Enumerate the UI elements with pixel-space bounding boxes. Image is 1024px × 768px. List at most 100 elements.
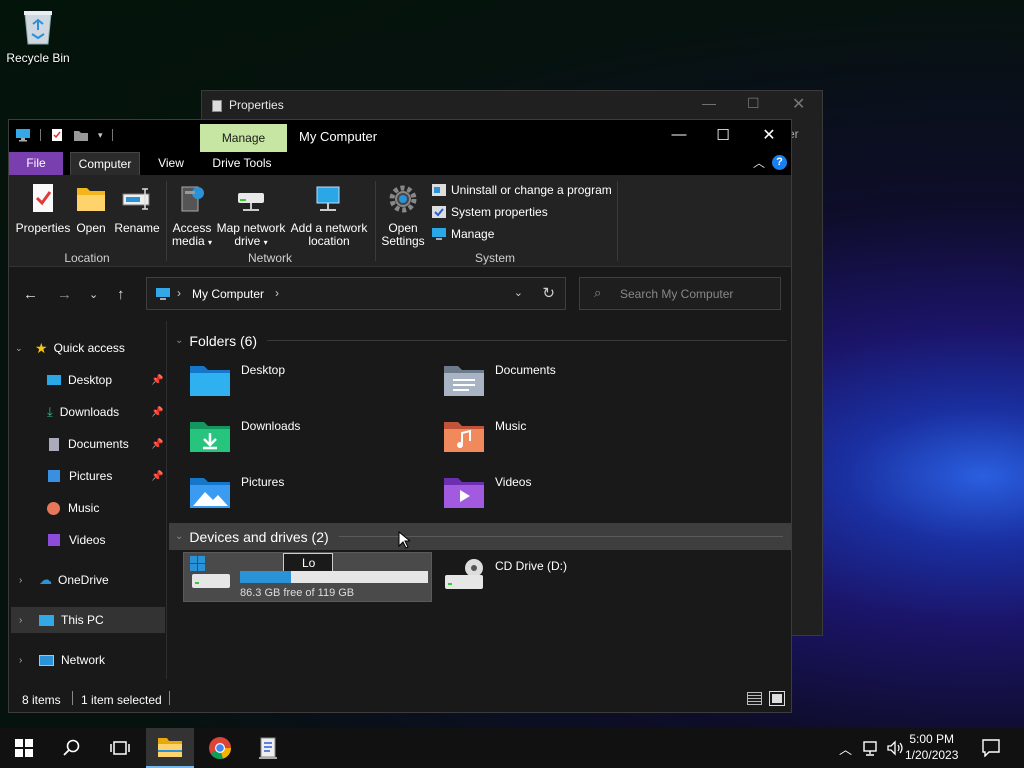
nav-network[interactable]: › Network <box>19 647 105 673</box>
properties-button[interactable]: Properties <box>15 183 71 235</box>
uninstall-program-button[interactable]: Uninstall or change a program <box>431 183 612 197</box>
tab-drive-tools[interactable]: Drive Tools <box>205 152 279 175</box>
music-folder-icon <box>444 422 484 452</box>
nav-pictures[interactable]: Pictures 📌 <box>47 463 165 489</box>
tab-view[interactable]: View <box>149 152 193 175</box>
folder-desktop[interactable]: Desktop <box>189 363 285 397</box>
task-view-button[interactable] <box>96 728 144 768</box>
folder-pictures[interactable]: Pictures <box>189 475 284 509</box>
desktop-folder-icon <box>190 366 230 396</box>
address-bar[interactable]: › My Computer › ⌄ ↻ <box>146 277 566 310</box>
manage-context-tab[interactable]: Manage <box>200 124 287 152</box>
nav-videos[interactable]: Videos <box>47 527 105 553</box>
ribbon-separator-3 <box>617 181 618 261</box>
taskbar-app-properties[interactable] <box>244 728 292 768</box>
breadcrumb-chevron-icon[interactable]: › <box>177 286 181 300</box>
properties-small-icon[interactable] <box>50 128 64 142</box>
pin-icon[interactable]: 📌 <box>151 375 163 386</box>
help-icon[interactable]: ? <box>772 155 787 170</box>
back-arrow-icon[interactable]: ← <box>23 286 38 303</box>
pictures-folder-icon <box>190 478 230 508</box>
folder-music[interactable]: Music <box>443 419 526 453</box>
nav-documents-label: Documents <box>68 437 129 451</box>
large-icons-view-icon[interactable] <box>769 691 785 706</box>
rename-button[interactable]: Rename <box>113 183 161 235</box>
taskbar-clock[interactable]: 5:00 PM 1/20/2023 <box>905 731 958 763</box>
recycle-bin-desktop-icon[interactable]: Recycle Bin <box>4 6 72 65</box>
drive-cd[interactable]: CD Drive (D:) <box>443 559 567 593</box>
qat-dropdown-icon[interactable]: ▾ <box>98 130 103 141</box>
nav-onedrive[interactable]: › ☁ OneDrive <box>19 567 109 593</box>
taskbar-chrome[interactable] <box>196 728 244 768</box>
address-dropdown-icon[interactable]: ⌄ <box>514 286 523 299</box>
add-network-location-button[interactable]: Add a network location <box>289 183 369 248</box>
props-minimize-button[interactable]: — <box>702 95 716 111</box>
start-button[interactable] <box>0 728 48 768</box>
collapse-ribbon-icon[interactable]: ︿ <box>753 154 765 171</box>
nav-desktop[interactable]: Desktop 📌 <box>47 367 165 393</box>
search-box[interactable]: ⌕ Search My Computer <box>579 277 781 310</box>
nav-quick-access[interactable]: ⌄ ★ Quick access <box>15 335 125 361</box>
open-settings-button[interactable]: Open Settings <box>379 183 427 248</box>
expand-chevron-icon[interactable]: › <box>19 615 33 626</box>
expand-chevron-icon[interactable]: › <box>19 575 33 586</box>
props-maximize-button[interactable]: ☐ <box>747 95 760 112</box>
expand-chevron-icon[interactable]: › <box>19 655 33 666</box>
taskbar-search-button[interactable] <box>48 728 96 768</box>
status-divider-2 <box>169 691 170 705</box>
collapse-chevron-icon[interactable]: ⌄ <box>175 531 183 542</box>
explorer-titlebar[interactable]: ▾ Manage My Computer — ☐ ✕ <box>9 120 791 152</box>
nav-music[interactable]: Music <box>47 495 99 521</box>
tab-computer[interactable]: Computer <box>70 152 140 175</box>
forward-arrow-icon[interactable]: → <box>57 286 72 303</box>
uninstall-program-icon <box>432 184 446 196</box>
map-network-drive-button[interactable]: Map network drive ▾ <box>215 183 287 249</box>
breadcrumb-my-computer[interactable]: My Computer <box>192 287 264 301</box>
pin-icon[interactable]: 📌 <box>151 471 163 482</box>
new-folder-icon[interactable] <box>73 129 89 142</box>
nav-downloads[interactable]: ⤓ Downloads 📌 <box>47 399 165 425</box>
nav-desktop-label: Desktop <box>68 373 113 387</box>
file-explorer-window[interactable]: ▾ Manage My Computer — ☐ ✕ File Computer… <box>8 119 792 713</box>
volume-icon[interactable] <box>886 740 904 756</box>
folder-downloads[interactable]: Downloads <box>189 419 300 453</box>
folder-documents[interactable]: Documents <box>443 363 556 397</box>
collapse-chevron-icon[interactable]: ⌄ <box>175 335 183 346</box>
pin-icon[interactable]: 📌 <box>151 407 163 418</box>
star-icon: ★ <box>35 339 48 356</box>
pictures-icon <box>48 470 60 482</box>
devices-group-header[interactable]: ⌄ Devices and drives (2) <box>169 523 791 550</box>
refresh-icon[interactable]: ↻ <box>542 284 555 302</box>
access-media-icon <box>181 186 204 212</box>
nav-documents[interactable]: Documents 📌 <box>47 431 165 457</box>
search-icon: ⌕ <box>594 285 602 300</box>
nav-quick-access-label: Quick access <box>53 341 125 355</box>
show-hidden-icons-chevron[interactable]: ︿ <box>839 739 852 758</box>
network-status-icon[interactable] <box>862 740 880 756</box>
rename-drive-input[interactable] <box>283 553 333 572</box>
taskbar-file-explorer[interactable] <box>146 728 194 768</box>
manage-button[interactable]: Manage <box>431 227 494 241</box>
close-button[interactable]: ✕ <box>759 125 779 145</box>
breadcrumb-chevron-icon-2[interactable]: › <box>275 286 279 300</box>
details-view-icon[interactable] <box>747 692 762 705</box>
devices-header-label: Devices and drives (2) <box>189 528 329 545</box>
open-button[interactable]: Open <box>73 183 109 235</box>
notification-center-icon[interactable] <box>982 739 1000 757</box>
system-properties-button[interactable]: System properties <box>431 205 548 219</box>
folder-videos[interactable]: Videos <box>443 475 531 509</box>
folders-group-header[interactable]: ⌄ Folders (6) <box>169 327 787 354</box>
drive-local-disk[interactable]: 86.3 GB free of 119 GB <box>183 552 432 602</box>
open-button-label: Open <box>76 221 106 235</box>
minimize-button[interactable]: — <box>669 126 689 143</box>
recent-locations-chevron-icon[interactable]: ⌄ <box>89 288 98 301</box>
expand-chevron-icon[interactable]: ⌄ <box>15 343 29 354</box>
up-arrow-icon[interactable]: ↑ <box>117 286 125 303</box>
props-close-button[interactable]: ✕ <box>792 94 805 114</box>
tab-file[interactable]: File <box>9 152 63 175</box>
this-pc-icon <box>156 288 170 300</box>
maximize-button[interactable]: ☐ <box>713 126 733 144</box>
pin-icon[interactable]: 📌 <box>151 439 163 450</box>
access-media-button[interactable]: Access media ▾ <box>169 183 215 249</box>
nav-this-pc[interactable]: › This PC <box>19 607 104 633</box>
